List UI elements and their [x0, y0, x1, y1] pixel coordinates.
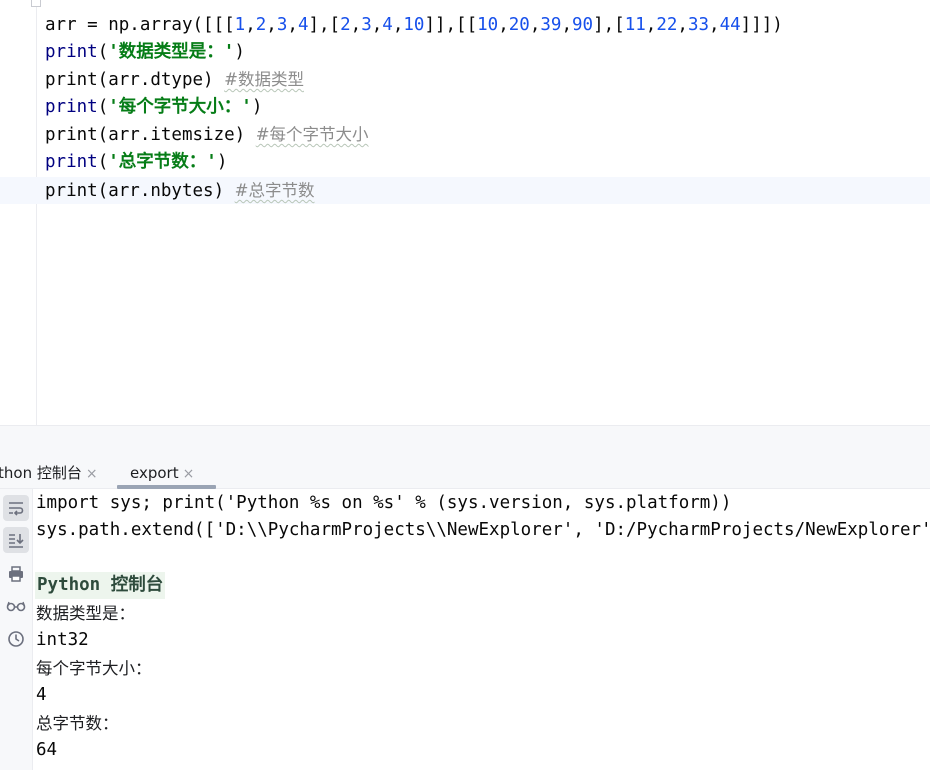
console-command: import sys; print('Python %s on %s' % (s…	[36, 493, 732, 513]
code-line-7[interactable]: print(arr.nbytes) #总字节数	[0, 177, 930, 204]
console-panel[interactable]: import sys; print('Python %s on %s' % (s…	[0, 489, 930, 770]
console-output: int32	[36, 630, 89, 650]
console-output: 数据类型是：	[36, 604, 135, 623]
console-tab-bar: thon 控制台 × export ×	[0, 455, 930, 489]
close-icon[interactable]: ×	[183, 466, 195, 482]
console-output: 每个字节大小：	[36, 659, 152, 678]
code-comment: #数据类型	[224, 70, 304, 89]
soft-wrap-button[interactable]	[3, 495, 29, 521]
console-banner: Python 控制台	[35, 572, 166, 599]
code-editor[interactable]: arr = np.array([[[1,2,3,4],[2,3,4,10]],[…	[0, 0, 930, 425]
glasses-icon	[6, 601, 26, 612]
scroll-to-end-button[interactable]	[3, 527, 29, 553]
history-button[interactable]	[3, 626, 29, 652]
console-toolbar	[0, 489, 33, 770]
tab-export[interactable]: export ×	[117, 455, 217, 489]
console-output: 64	[36, 740, 58, 760]
code-line-5[interactable]: print(arr.itemsize) #每个字节大小	[0, 121, 930, 148]
print-icon	[9, 566, 23, 582]
scroll-to-end-icon	[9, 534, 24, 548]
tab-label: export	[130, 464, 179, 482]
tool-window-header	[0, 426, 930, 455]
show-variables-button[interactable]	[3, 593, 29, 619]
console-output: 4	[36, 685, 47, 705]
code-line-6[interactable]: print('总字节数：')	[0, 149, 930, 176]
soft-wrap-icon	[9, 502, 24, 516]
console-output: 总字节数：	[36, 714, 119, 733]
fold-marker[interactable]	[31, 0, 41, 7]
print-button[interactable]	[3, 561, 29, 587]
code-line-3[interactable]: print(arr.dtype) #数据类型	[0, 66, 930, 93]
code-comment: #总字节数	[234, 181, 315, 200]
history-icon	[8, 631, 24, 647]
code-comment: #每个字节大小	[255, 125, 369, 144]
tab-python-console[interactable]: thon 控制台 ×	[0, 455, 98, 488]
tab-label: thon 控制台	[0, 464, 82, 482]
console-command: sys.path.extend(['D:\\PycharmProjects\\N…	[36, 520, 930, 540]
code-line-4[interactable]: print('每个字节大小：')	[0, 94, 930, 121]
code-line-2[interactable]: print('数据类型是：')	[0, 39, 930, 66]
close-icon[interactable]: ×	[86, 466, 98, 482]
code-line-1[interactable]: arr = np.array([[[1,2,3,4],[2,3,4,10]],[…	[0, 12, 930, 39]
